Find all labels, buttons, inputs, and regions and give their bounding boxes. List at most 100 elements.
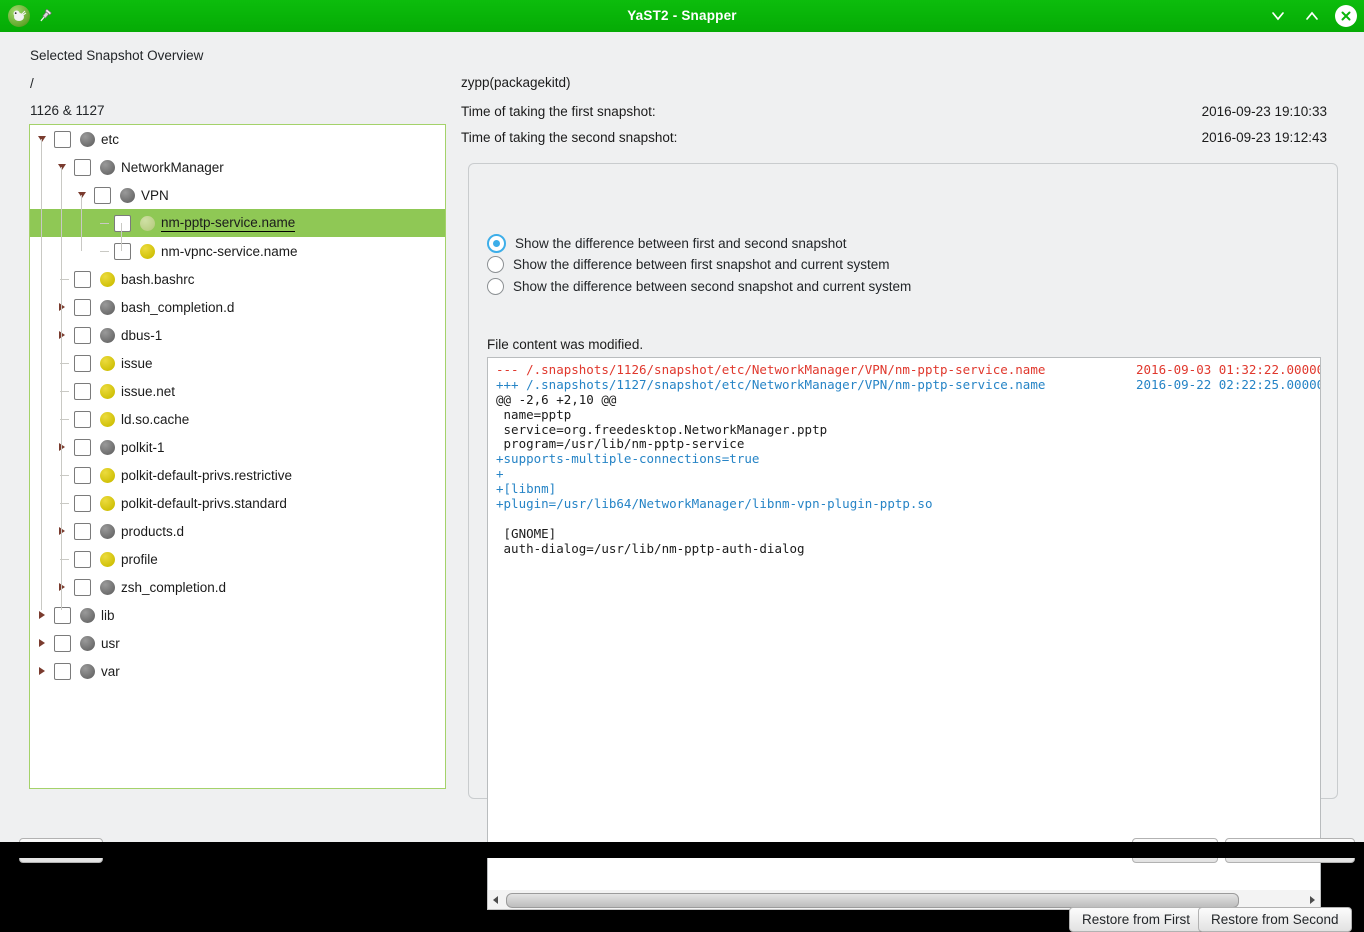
tree-item-checkbox[interactable] — [50, 634, 74, 652]
scrollbar-thumb[interactable] — [506, 893, 1239, 908]
diff-hunk-header: @@ -2,6 +2,10 @@ — [496, 391, 617, 407]
tree-item-checkbox[interactable] — [90, 186, 114, 204]
tree-item-label: issue.net — [121, 383, 176, 399]
diff-line-5: +[libnm] — [496, 481, 557, 497]
tree-item-profile[interactable]: profile — [30, 545, 445, 573]
tree-item-nm-vpnc-service-name[interactable]: nm-vpnc-service.name — [30, 237, 445, 265]
restore-from-first-button[interactable]: Restore from First — [1069, 907, 1204, 932]
tree-item-checkbox[interactable] — [70, 494, 94, 512]
tree-item-checkbox[interactable] — [50, 662, 74, 680]
chevron-right-icon[interactable] — [34, 667, 50, 675]
scroll-right-icon[interactable] — [1305, 891, 1320, 908]
tree-guide-line — [61, 167, 62, 610]
tree-item-checkbox[interactable] — [110, 242, 134, 260]
chevron-right-icon[interactable] — [34, 639, 50, 647]
tree-item-label: polkit-default-privs.standard — [121, 495, 287, 511]
tree-item-checkbox[interactable] — [50, 130, 74, 148]
tree-item-polkit-1[interactable]: polkit-1 — [30, 433, 445, 461]
tree-item-usr[interactable]: usr — [30, 629, 445, 657]
second-snapshot-time-row: Time of taking the second snapshot: 2016… — [461, 130, 1327, 145]
scrollbar-track[interactable] — [503, 891, 1305, 908]
tree-item-checkbox[interactable] — [70, 466, 94, 484]
tree-item-var[interactable]: var — [30, 657, 445, 685]
tree-item-products-d[interactable]: products.d — [30, 517, 445, 545]
tree-item-lib[interactable]: lib — [30, 601, 445, 629]
tree-item-zsh-completion-d[interactable]: zsh_completion.d — [30, 573, 445, 601]
tree-item-vpn[interactable]: VPN — [30, 181, 445, 209]
radio-unselected-icon[interactable] — [487, 256, 504, 273]
tree-item-networkmanager[interactable]: NetworkManager — [30, 153, 445, 181]
status-dot-icon — [114, 187, 141, 203]
chevron-right-icon[interactable] — [54, 583, 70, 591]
snapshot-range-label: 1126 & 1127 — [30, 103, 105, 118]
tree-item-checkbox[interactable] — [70, 354, 94, 372]
close-button[interactable] — [1334, 4, 1358, 28]
file-tree[interactable]: etc NetworkManager VPN nm-pptp-service.name… — [29, 124, 446, 789]
yast-snapper-window: YaST2 - Snapper Selected Snapshot Overvi… — [0, 0, 1364, 932]
window-bottom-edge — [0, 842, 1364, 858]
chevron-right-icon[interactable] — [34, 611, 50, 619]
diff-line-6: +plugin=/usr/lib64/NetworkManager/libnm-… — [496, 496, 933, 512]
tree-item-dbus-1[interactable]: dbus-1 — [30, 321, 445, 349]
tree-item-etc[interactable]: etc — [30, 125, 445, 153]
tree-item-checkbox[interactable] — [110, 214, 134, 232]
chevron-right-icon[interactable] — [54, 303, 70, 311]
tree-item-checkbox[interactable] — [50, 606, 74, 624]
tree-branch-line — [54, 558, 70, 560]
tree-item-checkbox[interactable] — [70, 158, 94, 176]
minimize-button[interactable] — [1266, 4, 1290, 28]
tree-item-checkbox[interactable] — [70, 438, 94, 456]
status-dot-icon — [94, 159, 121, 175]
tree-item-label: etc — [101, 131, 120, 147]
diff-viewer[interactable]: --- /.snapshots/1126/snapshot/etc/Networ… — [487, 357, 1321, 892]
tree-item-bash-bashrc[interactable]: bash.bashrc — [30, 265, 445, 293]
tree-item-checkbox[interactable] — [70, 298, 94, 316]
status-dot-icon — [94, 523, 121, 539]
tree-item-issue[interactable]: issue — [30, 349, 445, 377]
chevron-right-icon[interactable] — [54, 331, 70, 339]
chevron-down-icon[interactable] — [74, 192, 90, 198]
left-pane: Selected Snapshot Overview / 1126 & 1127… — [0, 32, 456, 850]
tree-item-checkbox[interactable] — [70, 410, 94, 428]
restore-from-second-button[interactable]: Restore from Second — [1198, 907, 1352, 932]
tree-item-label: polkit-default-privs.restrictive — [121, 467, 293, 483]
chevron-down-icon[interactable] — [54, 164, 70, 170]
scroll-left-icon[interactable] — [488, 891, 503, 908]
tree-item-issue-net[interactable]: issue.net — [30, 377, 445, 405]
tree-item-checkbox[interactable] — [70, 382, 94, 400]
tree-item-bash-completion-d[interactable]: bash_completion.d — [30, 293, 445, 321]
tree-item-polkit-default-privs-restrictive[interactable]: polkit-default-privs.restrictive — [30, 461, 445, 489]
radio-unselected-icon[interactable] — [487, 278, 504, 295]
tree-branch-line — [94, 222, 110, 224]
diff-line-4: + — [496, 466, 504, 482]
tree-item-label: issue — [121, 355, 153, 371]
status-dot-icon — [94, 467, 121, 483]
radio-option-label: Show the difference between second snaps… — [513, 279, 912, 294]
tree-item-checkbox[interactable] — [70, 550, 94, 568]
tree-item-label: ld.so.cache — [121, 411, 190, 427]
tree-item-ld-so-cache[interactable]: ld.so.cache — [30, 405, 445, 433]
maximize-button[interactable] — [1300, 4, 1324, 28]
chevron-right-icon[interactable] — [54, 527, 70, 535]
first-snapshot-time-label: Time of taking the first snapshot: — [461, 104, 656, 119]
chevron-down-icon[interactable] — [34, 136, 50, 142]
package-name-label: zypp(packagekitd) — [461, 75, 571, 90]
tree-item-polkit-default-privs-standard[interactable]: polkit-default-privs.standard — [30, 489, 445, 517]
chevron-right-icon[interactable] — [54, 443, 70, 451]
radio-option-1[interactable]: Show the difference between first and se… — [487, 234, 846, 253]
status-dot-icon — [74, 607, 101, 623]
diff-line-9: auth-dialog=/usr/lib/nm-pptp-auth-dialog — [496, 540, 805, 556]
tree-item-nm-pptp-service-name[interactable]: nm-pptp-service.name — [30, 209, 445, 237]
diff-text: --- /.snapshots/1126/snapshot/etc/Networ… — [496, 362, 1320, 557]
tree-item-checkbox[interactable] — [70, 578, 94, 596]
diff-line-2: program=/usr/lib/nm-pptp-service — [496, 436, 745, 452]
tree-item-checkbox[interactable] — [70, 522, 94, 540]
radio-selected-icon[interactable] — [487, 234, 506, 253]
status-dot-icon — [94, 551, 121, 567]
tree-item-checkbox[interactable] — [70, 270, 94, 288]
tree-item-checkbox[interactable] — [70, 326, 94, 344]
tree-guide-line — [121, 223, 122, 251]
radio-option-2[interactable]: Show the difference between first snapsh… — [487, 256, 889, 273]
diff-line-3: +supports-multiple-connections=true — [496, 451, 760, 467]
radio-option-3[interactable]: Show the difference between second snaps… — [487, 278, 911, 295]
